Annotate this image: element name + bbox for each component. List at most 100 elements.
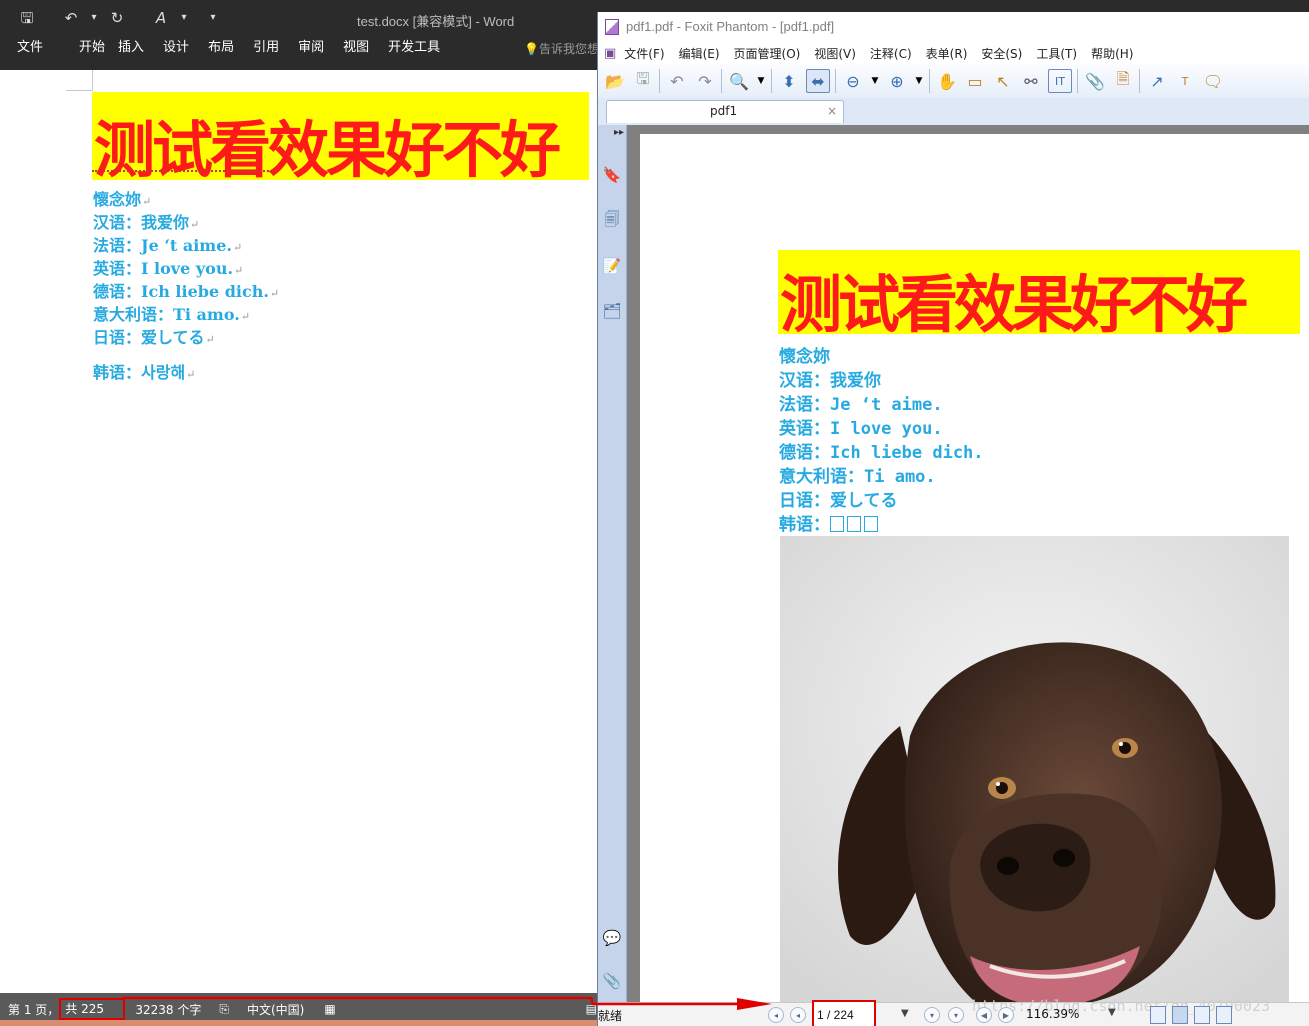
pdf-viewport[interactable]: 测试看效果好不好 懷念妳 汉语：我爱你 法语：Je ‘t aime. 英语：I …: [627, 125, 1309, 1002]
customize-qat-icon[interactable]: ▾: [202, 8, 224, 28]
zoom-in-icon[interactable]: 🔍: [728, 70, 750, 92]
undo-icon[interactable]: ↶: [60, 8, 82, 28]
pdf-line: 德语：Ich liebe dich.: [779, 443, 984, 463]
undo-icon[interactable]: ↶: [666, 70, 688, 92]
zoom-in-circle-icon[interactable]: ⊕: [886, 70, 908, 92]
word-ribbon-tabs: 文件 开始 插入 设计 布局 引用 审阅 视图 开发工具: [0, 38, 459, 58]
tab-home[interactable]: 开始: [62, 38, 105, 58]
select-arrow-icon[interactable]: ↖: [992, 70, 1014, 92]
last-page-icon[interactable]: ▾: [948, 1007, 964, 1023]
annotations-icon[interactable]: 📝: [602, 256, 622, 276]
foxit-window-title: pdf1.pdf - Foxit Phantom - [pdf1.pdf]: [626, 19, 835, 34]
close-icon[interactable]: ×: [827, 104, 837, 118]
zoom-in-dropdown-icon[interactable]: ▼: [914, 70, 924, 92]
expand-panel-icon[interactable]: ▸▸: [614, 127, 624, 138]
tab-view[interactable]: 视图: [343, 38, 369, 58]
tell-me-search[interactable]: 💡告诉我您想: [524, 40, 597, 57]
word-doc-line[interactable]: 懷念妳↵: [93, 186, 151, 210]
menu-edit[interactable]: 编辑(E): [679, 45, 720, 62]
next-page-icon[interactable]: ▾: [924, 1007, 940, 1023]
word-doc-title-highlight[interactable]: 测试看效果好不好: [92, 92, 589, 180]
menu-file[interactable]: 文件(F): [624, 45, 664, 62]
attach-page-icon[interactable]: 🗎: [1112, 69, 1134, 92]
tab-developer[interactable]: 开发工具: [388, 38, 440, 58]
typewriter-icon[interactable]: IT: [1048, 69, 1072, 93]
menu-form[interactable]: 表单(R): [926, 45, 968, 62]
tab-insert[interactable]: 插入: [118, 38, 144, 58]
select-text-icon[interactable]: ▭: [964, 70, 986, 92]
foxit-window: pdf1.pdf - Foxit Phantom - [pdf1.pdf] ▣ …: [597, 12, 1309, 1026]
toolbar-separator: [929, 69, 930, 93]
document-menu-icon[interactable]: ▣: [604, 46, 616, 61]
hand-tool-icon[interactable]: ✋: [936, 70, 958, 92]
page-dropdown-icon[interactable]: ▼: [901, 1008, 909, 1019]
menu-view[interactable]: 视图(V): [814, 45, 856, 62]
line-text: 意大利语：Ti amo.: [93, 305, 240, 324]
word-doc-line[interactable]: 日语：爱してる↵: [93, 324, 215, 348]
redo-icon[interactable]: ↻: [106, 8, 128, 28]
format-painter-icon[interactable]: A: [150, 8, 172, 28]
comments-icon[interactable]: 💬: [602, 928, 622, 948]
zoom-level-field[interactable]: 116.39%: [1026, 1007, 1079, 1021]
fit-page-icon[interactable]: ⬍: [778, 70, 800, 92]
zoom-out-circle-icon[interactable]: ⊖: [842, 70, 864, 92]
word-doc-line[interactable]: 意大利语：Ti amo.↵: [93, 301, 250, 325]
single-page-view-icon[interactable]: [1150, 1006, 1166, 1024]
zoom-out-dropdown-icon[interactable]: ▼: [870, 70, 880, 92]
word-doc-line[interactable]: 英语：I love you.↵: [93, 255, 243, 279]
go-forward-icon[interactable]: ▶: [998, 1007, 1014, 1023]
tab-label: pdf1: [710, 104, 738, 118]
layers-icon[interactable]: 🗂: [602, 301, 622, 321]
word-doc-line[interactable]: 汉语：我爱你↵: [93, 209, 199, 233]
bookmarks-icon[interactable]: 🔖: [602, 165, 622, 185]
open-folder-icon[interactable]: 📂: [604, 70, 626, 92]
page-number-field-highlight[interactable]: 1 / 224: [812, 1000, 876, 1026]
continuous-view-icon[interactable]: [1172, 1006, 1188, 1024]
tab-pdf1[interactable]: pdf1 ×: [606, 100, 844, 123]
tab-review[interactable]: 审阅: [298, 38, 324, 58]
tab-design[interactable]: 设计: [163, 38, 189, 58]
toolbar-separator: [659, 69, 660, 93]
menu-help[interactable]: 帮助(H): [1091, 45, 1133, 62]
korean-label: 韩语：: [779, 515, 830, 535]
word-doc-line[interactable]: 德语：Ich liebe dich.↵: [93, 278, 279, 302]
attachments-icon[interactable]: 📎: [602, 971, 622, 991]
attach-file-icon[interactable]: 📎: [1084, 70, 1106, 92]
paragraph-mark: ↵: [232, 241, 243, 254]
menu-comment[interactable]: 注释(C): [870, 45, 912, 62]
arrow-annotation-icon[interactable]: ↗: [1146, 70, 1168, 92]
pages-icon[interactable]: 🗐: [602, 210, 622, 231]
word-doc-line[interactable]: 韩语：사랑해↵: [93, 359, 195, 383]
pdf-line: 汉语：我爱你: [779, 371, 881, 391]
missing-glyph-box: [847, 516, 861, 532]
paragraph-mark: ↵: [234, 264, 244, 277]
continuous-facing-view-icon[interactable]: [1216, 1006, 1232, 1024]
spellcheck-underline: [92, 170, 277, 172]
save-icon[interactable]: 🖫: [16, 8, 38, 28]
redo-icon[interactable]: ↷: [694, 70, 716, 92]
tell-me-label: 告诉我您想: [538, 42, 597, 56]
format-dropdown-icon[interactable]: ▾: [180, 8, 188, 28]
menu-security[interactable]: 安全(S): [981, 45, 1022, 62]
textbox-icon[interactable]: T: [1174, 70, 1196, 92]
quick-access-toolbar: 🖫 ↶ ▾ ↻ A ▾ ▾: [16, 8, 224, 28]
facing-view-icon[interactable]: [1194, 1006, 1210, 1024]
previous-page-icon[interactable]: ◂: [790, 1007, 806, 1023]
fit-width-icon[interactable]: ⬌: [806, 69, 830, 93]
menu-tools[interactable]: 工具(T): [1036, 45, 1077, 62]
zoom-dropdown-icon[interactable]: ▼: [1108, 1007, 1116, 1018]
word-doc-line[interactable]: 法语：Je ‘t aime.↵: [93, 232, 242, 256]
page-indicator[interactable]: 第 1 页，: [8, 1001, 59, 1018]
page-number-input: 1 / 224: [817, 1008, 854, 1022]
tab-layout[interactable]: 布局: [208, 38, 234, 58]
undo-dropdown-icon[interactable]: ▾: [90, 8, 98, 28]
go-back-icon[interactable]: ◀: [976, 1007, 992, 1023]
save-icon[interactable]: 🖫: [632, 69, 654, 92]
tab-references[interactable]: 引用: [253, 38, 279, 58]
background-window-strip: [597, 0, 1309, 12]
zoom-dropdown-icon[interactable]: ▼: [756, 70, 766, 92]
note-comment-icon[interactable]: 🗨: [1202, 70, 1224, 92]
find-binoculars-icon[interactable]: ⚯: [1020, 70, 1042, 92]
tab-file[interactable]: 文件: [0, 38, 43, 58]
menu-page-management[interactable]: 页面管理(O): [734, 45, 801, 62]
